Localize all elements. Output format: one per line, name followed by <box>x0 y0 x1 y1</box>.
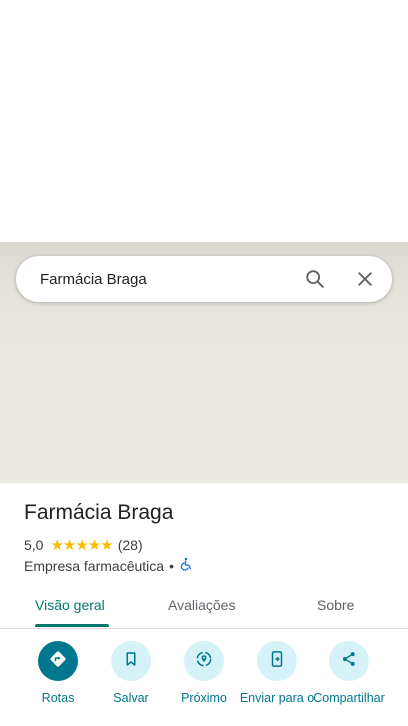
rating-row[interactable]: 5,0 ★★★★★ (28) <box>24 536 143 554</box>
save-label: Salvar <box>113 691 149 705</box>
share-label: Compartilhar <box>313 691 385 705</box>
tab-bar: Visão geral Avaliações Sobre <box>0 586 408 629</box>
nearby-icon <box>194 649 214 674</box>
place-category: Empresa farmacêutica <box>24 557 165 574</box>
tab-about[interactable]: Sobre <box>317 597 354 613</box>
tab-reviews[interactable]: Avaliações <box>168 597 235 613</box>
directions-icon <box>48 649 68 674</box>
rating-value: 5,0 <box>24 537 44 553</box>
tab-overview[interactable]: Visão geral <box>35 597 105 613</box>
category-row: Empresa farmacêutica • <box>24 557 193 574</box>
wheelchair-icon <box>179 557 193 574</box>
search-icon[interactable] <box>303 267 327 291</box>
directions-button[interactable]: Rotas <box>18 641 98 706</box>
search-bar[interactable]: Farmácia Braga <box>16 256 392 302</box>
rating-stars: ★★★★★ <box>50 537 113 554</box>
save-button-circle <box>111 641 151 681</box>
place-title: Farmácia Braga <box>24 501 174 524</box>
nearby-button-circle <box>184 641 224 681</box>
separator-dot: • <box>169 557 174 574</box>
active-tab-indicator <box>35 624 109 627</box>
share-icon <box>340 650 358 673</box>
blank-area <box>0 0 408 242</box>
close-icon[interactable] <box>353 267 377 291</box>
nearby-button[interactable]: Próximo <box>164 641 244 706</box>
place-sheet: Farmácia Braga 5,0 ★★★★★ (28) Empresa fa… <box>0 483 408 726</box>
directions-label: Rotas <box>41 691 75 705</box>
save-button[interactable]: Salvar <box>91 641 171 706</box>
review-count[interactable]: (28) <box>118 537 143 553</box>
bookmark-icon <box>122 650 140 673</box>
send-to-phone-label: Enviar para o <box>239 691 315 705</box>
directions-button-circle <box>38 641 78 681</box>
nearby-label: Próximo <box>181 691 227 705</box>
share-button[interactable]: Compartilhar <box>309 641 389 706</box>
share-button-circle <box>329 641 369 681</box>
search-input[interactable]: Farmácia Braga <box>40 271 392 288</box>
send-to-phone-icon <box>268 650 286 673</box>
send-to-phone-button-circle <box>257 641 297 681</box>
send-to-phone-button[interactable]: Enviar para o <box>237 641 317 706</box>
